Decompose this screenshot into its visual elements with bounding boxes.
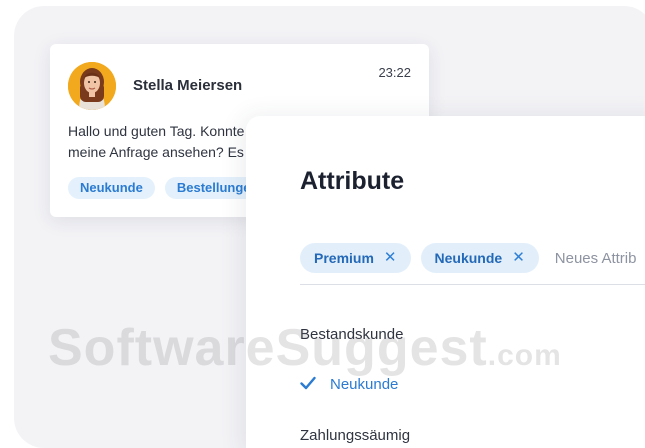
checkmark-icon	[300, 376, 316, 390]
panel-title: Attribute	[300, 167, 405, 195]
message-line: Hallo und guten Tag. Konnte	[68, 123, 245, 139]
avatar	[68, 62, 116, 110]
attribute-panel: Attribute Premium ✕ Neukunde ✕ Neues Att…	[246, 116, 645, 448]
tag-label: Premium	[314, 250, 374, 266]
option-zahlungssaeumig[interactable]: Zahlungssäumig	[300, 427, 410, 444]
remove-tag-icon[interactable]: ✕	[512, 243, 525, 273]
message-timestamp: 23:22	[378, 65, 411, 80]
message-line: meine Anfrage ansehen? Es	[68, 144, 244, 160]
new-attribute-input[interactable]: Neues Attrib	[555, 250, 637, 267]
message-preview: Hallo und guten Tag. Konnte meine Anfrag…	[68, 121, 268, 163]
attribute-tag-premium[interactable]: Premium ✕	[300, 243, 411, 273]
selected-attribute-tags: Premium ✕ Neukunde ✕ Neues Attrib	[300, 243, 636, 273]
remove-tag-icon[interactable]: ✕	[384, 243, 397, 273]
screenshot-stage: Stella Meiersen 23:22 Hallo und guten Ta…	[0, 0, 645, 448]
input-divider	[300, 284, 645, 285]
avatar-portrait-icon	[68, 62, 116, 110]
attribute-tag-neukunde[interactable]: Neukunde ✕	[420, 243, 539, 273]
tag-label: Neukunde	[434, 250, 503, 266]
chat-tag-list: Neukunde Bestellunge	[68, 177, 263, 199]
sender-name: Stella Meiersen	[133, 77, 243, 94]
option-neukunde[interactable]: Neukunde	[330, 376, 398, 393]
option-bestandskunde[interactable]: Bestandskunde	[300, 326, 403, 343]
chat-tag[interactable]: Neukunde	[68, 177, 155, 199]
